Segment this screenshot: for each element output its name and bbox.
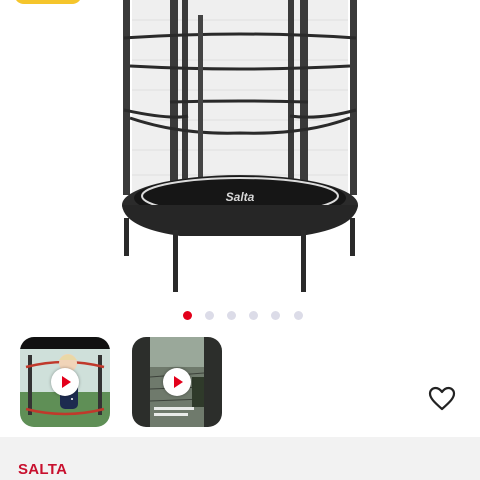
gallery-dot-1[interactable]: [183, 311, 192, 320]
play-icon[interactable]: [163, 368, 191, 396]
trampoline-logo-front: Salta: [230, 235, 250, 244]
wishlist-heart-icon[interactable]: [428, 386, 456, 412]
trampoline-logo-top: Salta: [226, 190, 255, 204]
gallery-dot-3[interactable]: [227, 311, 236, 320]
play-icon[interactable]: [51, 368, 79, 396]
promo-badge: [14, 0, 82, 4]
product-image[interactable]: Salta Salta: [110, 0, 370, 295]
gallery-dot-6[interactable]: [294, 311, 303, 320]
gallery-dot-2[interactable]: [205, 311, 214, 320]
gallery-dot-4[interactable]: [249, 311, 258, 320]
gallery-dot-5[interactable]: [271, 311, 280, 320]
brand-link[interactable]: SALTA: [18, 461, 67, 478]
video-thumbnail-2[interactable]: [132, 337, 222, 427]
video-thumbnail-1[interactable]: [20, 337, 110, 427]
gallery-pagination: [0, 311, 480, 321]
product-info-bar: [0, 437, 480, 480]
